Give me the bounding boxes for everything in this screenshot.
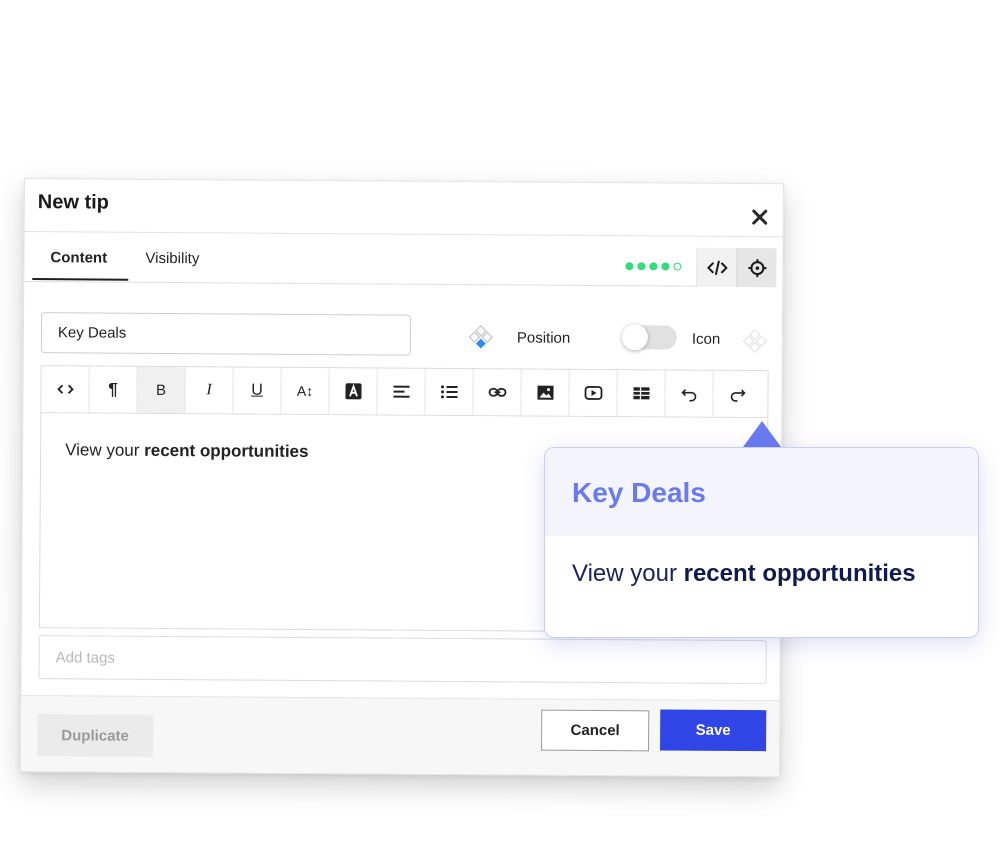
source-code-button[interactable] (41, 366, 90, 413)
align-left-icon (392, 385, 410, 398)
underline-button[interactable]: U (233, 367, 282, 414)
undo-icon (680, 389, 696, 402)
cancel-button[interactable]: Cancel (541, 709, 650, 752)
position-picker-icon[interactable] (464, 320, 498, 354)
insert-video-button[interactable] (569, 369, 618, 417)
progress-dots (625, 262, 682, 271)
insert-table-button[interactable] (617, 370, 666, 417)
preview-title: Key Deals (572, 477, 706, 508)
redo-button[interactable] (713, 371, 761, 417)
code-brackets-icon (56, 384, 74, 394)
code-view-button[interactable] (696, 247, 737, 287)
text-color-icon (344, 383, 362, 400)
duplicate-button[interactable]: Duplicate (36, 714, 154, 757)
bulleted-list-button[interactable] (425, 368, 474, 416)
dialog-title: New tip (37, 191, 110, 214)
undo-button[interactable] (665, 370, 714, 417)
code-icon (706, 260, 727, 275)
progress-dot (649, 262, 658, 271)
editor-plain-text: View your (65, 440, 145, 460)
align-left-button[interactable] (377, 368, 426, 415)
header-divider (24, 231, 783, 238)
tab-content[interactable]: Content (50, 249, 107, 266)
link-button[interactable] (473, 369, 522, 416)
image-icon (536, 385, 554, 400)
close-icon[interactable] (751, 208, 769, 226)
italic-button[interactable]: I (185, 367, 234, 414)
font-size-button[interactable]: A↕ (281, 367, 330, 415)
link-icon (488, 387, 506, 397)
preview-bold-text: recent opportunities (683, 560, 916, 587)
redo-icon (730, 389, 746, 402)
editor-text: View your recent opportunities (65, 440, 309, 462)
insert-image-button[interactable] (521, 369, 570, 416)
preview-pointer-arrow (743, 421, 781, 447)
tab-visibility[interactable]: Visibility (145, 250, 199, 267)
icon-label: Icon (691, 330, 721, 348)
rich-text-toolbar: ¶ B I U A↕ (40, 365, 769, 419)
target-picker-button[interactable] (736, 247, 777, 288)
toggle-knob (621, 324, 648, 351)
paragraph-button[interactable]: ¶ (89, 366, 138, 413)
tabs-divider (24, 281, 777, 288)
tip-preview-card: Key Deals View your recent opportunities (544, 447, 979, 638)
tags-input[interactable] (38, 635, 767, 685)
progress-dot (637, 262, 646, 271)
bulleted-list-icon (440, 385, 458, 399)
preview-plain-text: View your (572, 560, 684, 587)
target-icon (747, 258, 766, 277)
preview-header: Key Deals (545, 448, 978, 536)
dialog-footer: Duplicate Cancel Save (20, 694, 780, 777)
text-color-button[interactable] (329, 368, 378, 415)
position-label: Position (516, 329, 571, 347)
icon-toggle[interactable] (621, 324, 677, 351)
table-icon (632, 387, 650, 400)
progress-dot (661, 262, 670, 271)
preview-body: View your recent opportunities (545, 536, 978, 612)
save-button[interactable]: Save (660, 709, 767, 752)
icon-position-icon (742, 328, 768, 354)
video-icon (584, 386, 602, 400)
progress-dot-empty (673, 262, 682, 271)
editor-bold-text: recent opportunities (144, 440, 309, 461)
bold-button[interactable]: B (137, 366, 186, 414)
tip-title-input[interactable] (40, 312, 412, 356)
progress-dot (625, 262, 634, 271)
